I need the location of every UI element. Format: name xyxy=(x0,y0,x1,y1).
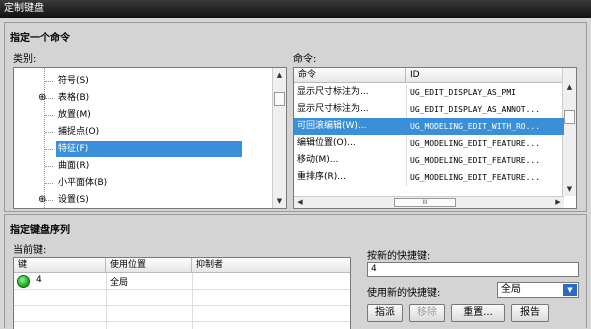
specify-command-group: 指定一个命令 类别: 命令: ▲ ▼ 符号(S) ⊕ 表格(B) 放置(M) 捕捉点(O… xyxy=(4,22,587,212)
column-header-key[interactable]: 键 xyxy=(14,258,106,273)
id-cell: UG_MODELING_EDIT_FEATURE... xyxy=(406,135,564,152)
section-title: 指定键盘序列 xyxy=(10,225,70,236)
tree-item-label: 放置(M) xyxy=(58,110,91,120)
category-tree[interactable]: ▲ ▼ 符号(S) ⊕ 表格(B) 放置(M) 捕捉点(O) 特征(F) 曲面(R) 小平面体… xyxy=(13,67,287,209)
new-shortcut-input[interactable]: 4 xyxy=(367,262,579,277)
window-title-bar: 定制键盘 xyxy=(0,0,591,18)
id-cell: UG_MODELING_EDIT_FEATURE... xyxy=(406,152,564,169)
scroll-thumb[interactable] xyxy=(564,110,575,124)
scroll-thumb[interactable]: III xyxy=(394,198,456,207)
id-cell: UG_EDIT_DISPLAY_AS_ANNOT... xyxy=(406,101,564,118)
table-row[interactable]: 显示尺寸标注为... UG_EDIT_DISPLAY_AS_ANNOT... xyxy=(294,101,564,118)
table-row xyxy=(14,290,350,306)
command-label: 命令: xyxy=(293,54,317,65)
tree-item[interactable]: 曲面(R) xyxy=(56,158,89,174)
tree-item[interactable]: 特征(F) xyxy=(56,141,242,157)
table-row[interactable]: 4 全局 xyxy=(14,273,350,290)
command-vertical-scrollbar[interactable]: ▲ ▼ xyxy=(562,68,576,196)
column-header-location[interactable]: 使用位置 xyxy=(106,258,192,273)
remove-button[interactable]: 移除 xyxy=(409,304,445,322)
command-cell: 显示尺寸标注为... xyxy=(297,104,369,114)
tree-item-label: 特征(F) xyxy=(58,144,89,154)
window-title: 定制键盘 xyxy=(4,3,44,14)
table-row xyxy=(14,306,350,322)
tree-item[interactable]: 符号(S) xyxy=(56,73,89,89)
id-cell: UG_MODELING_EDIT_FEATURE... xyxy=(406,169,564,186)
location-cell: 全局 xyxy=(110,278,129,288)
column-header-suppressor[interactable]: 抑制者 xyxy=(192,258,350,273)
command-horizontal-scrollbar[interactable]: ◀ III ▶ xyxy=(294,196,564,208)
command-table[interactable]: 命令 ID ▲ ▼ ◀ III ▶ 显示尺寸标注为... UG_EDIT_DISP… xyxy=(293,67,577,209)
column-header-id[interactable]: ID xyxy=(406,68,564,83)
scope-select[interactable]: 全局 ▼ xyxy=(497,282,579,298)
current-keys-table[interactable]: 键 使用位置 抑制者 4 全局 xyxy=(13,257,351,329)
tree-item[interactable]: 小平面体(B) xyxy=(56,175,107,191)
tree-item-label: 捕捉点(O) xyxy=(58,127,100,137)
scroll-thumb[interactable] xyxy=(274,92,285,106)
tree-item-label: 曲面(R) xyxy=(58,161,90,171)
tree-item-label: 小平面体(B) xyxy=(58,178,108,188)
section-title: 指定一个命令 xyxy=(10,33,70,44)
current-keys-label: 当前键: xyxy=(13,245,47,256)
tree-item-label: 表格(B) xyxy=(58,93,90,103)
scroll-left-icon[interactable]: ◀ xyxy=(294,197,306,208)
tree-connector-line xyxy=(45,115,53,116)
tree-item[interactable]: 设置(S) xyxy=(56,192,89,208)
table-row[interactable]: 显示尺寸标注为... UG_EDIT_DISPLAY_AS_PMI xyxy=(294,84,564,101)
expand-icon[interactable]: ⊕ xyxy=(38,90,46,106)
tree-connector-line xyxy=(45,183,53,184)
command-cell: 重排序(R)... xyxy=(297,172,346,182)
table-row[interactable]: 编辑位置(O)... UG_MODELING_EDIT_FEATURE... xyxy=(294,135,564,152)
category-label: 类别: xyxy=(13,54,37,65)
keyboard-sequence-group: 指定键盘序列 当前键: 键 使用位置 抑制者 4 全局 按新的快捷键: 4 使用… xyxy=(4,214,587,329)
tree-connector-line xyxy=(45,81,53,82)
scroll-right-icon[interactable]: ▶ xyxy=(552,197,564,208)
report-button[interactable]: 报告 xyxy=(511,304,549,322)
tree-item-label: 符号(S) xyxy=(58,76,89,86)
scroll-down-icon[interactable]: ▼ xyxy=(563,182,576,196)
chevron-down-icon[interactable]: ▼ xyxy=(563,284,577,296)
tree-item[interactable]: 放置(M) xyxy=(56,107,91,123)
tree-item[interactable]: 捕捉点(O) xyxy=(56,124,99,140)
new-shortcut-label: 按新的快捷键: xyxy=(367,251,431,262)
scope-value: 全局 xyxy=(501,284,521,295)
tree-connector-line xyxy=(45,149,53,150)
command-cell: 移动(M)... xyxy=(297,155,339,165)
key-cell: 4 xyxy=(36,275,42,285)
scroll-down-icon[interactable]: ▼ xyxy=(273,194,286,208)
tree-connector-line xyxy=(45,166,53,167)
command-cell: 可回滚编辑(W)... xyxy=(297,121,367,131)
column-header-command[interactable]: 命令 xyxy=(294,68,406,83)
assign-button[interactable]: 指派 xyxy=(367,304,403,322)
tree-item-label: 设置(S) xyxy=(58,195,89,205)
command-cell: 编辑位置(O)... xyxy=(297,138,356,148)
use-shortcut-label: 使用新的快捷键: xyxy=(367,288,441,299)
expand-icon[interactable]: ⊕ xyxy=(38,192,46,208)
scroll-up-icon[interactable]: ▲ xyxy=(563,80,576,94)
command-cell: 显示尺寸标注为... xyxy=(297,87,369,97)
status-green-icon xyxy=(17,275,30,288)
table-row[interactable]: 重排序(R)... UG_MODELING_EDIT_FEATURE... xyxy=(294,169,564,186)
table-row[interactable]: 可回滚编辑(W)... UG_MODELING_EDIT_WITH_RO... xyxy=(294,118,564,135)
tree-item[interactable]: 表格(B) xyxy=(56,90,89,106)
id-cell: UG_MODELING_EDIT_WITH_RO... xyxy=(406,118,564,135)
tree-connector-line xyxy=(45,132,53,133)
tree-vertical-scrollbar[interactable]: ▲ ▼ xyxy=(272,68,286,208)
table-row[interactable]: 移动(M)... UG_MODELING_EDIT_FEATURE... xyxy=(294,152,564,169)
scroll-up-icon[interactable]: ▲ xyxy=(273,68,286,82)
id-cell: UG_EDIT_DISPLAY_AS_PMI xyxy=(406,84,564,101)
reset-button[interactable]: 重置... xyxy=(451,304,505,322)
